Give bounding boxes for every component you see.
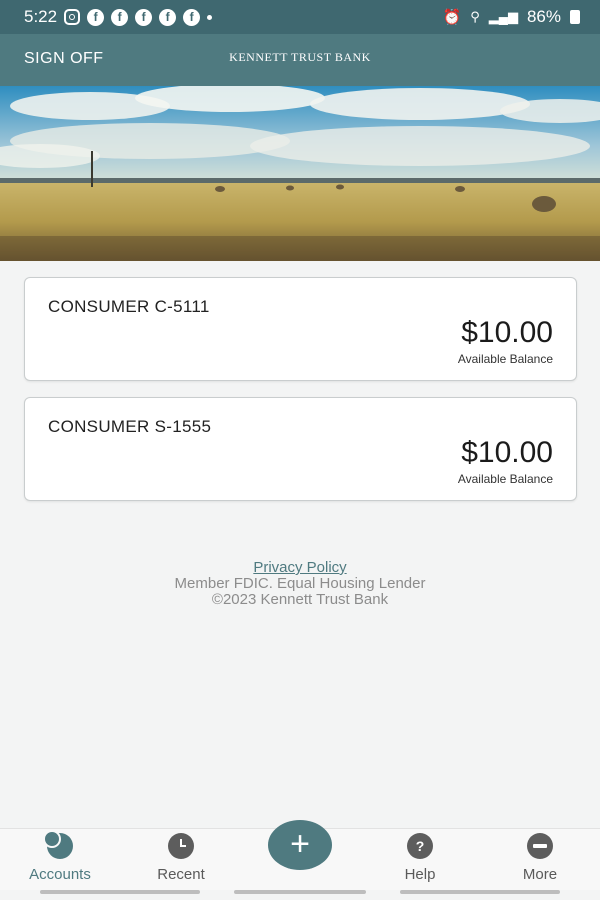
privacy-policy-link[interactable]: Privacy Policy — [253, 559, 346, 576]
help-icon: ? — [407, 833, 433, 859]
copyright-text: ©2023 Kennett Trust Bank — [211, 591, 389, 608]
nav-accounts[interactable]: Accounts — [15, 830, 105, 883]
nav-more[interactable]: More — [495, 833, 585, 883]
bank-title: KENNETT TRUST BANK — [229, 50, 371, 64]
member-fdic-text: Member FDIC. Equal Housing Lender — [174, 575, 426, 592]
balance-label: Available Balance — [457, 472, 553, 486]
accounts-icon — [43, 830, 73, 859]
nav-recent[interactable]: Recent — [136, 833, 226, 883]
account-name: CONSUMER C-5111 — [48, 297, 210, 316]
balance-label: Available Balance — [457, 352, 553, 366]
signal-icon: ▂▄▆ — [488, 9, 518, 24]
status-right: ⏰ ⚲ ▂▄▆ 86% — [443, 7, 580, 27]
clock-icon — [168, 833, 194, 859]
battery-percent: 86% — [526, 7, 561, 26]
notification-dot-icon — [207, 14, 213, 20]
account-card[interactable]: CONSUMER S-1555 $10.00 Available Balance — [24, 397, 577, 501]
status-bar: 5:22 f f f f f ⏰ ⚲ ▂▄▆ 86% — [0, 0, 600, 34]
banner-image — [0, 86, 600, 261]
gesture-bar — [400, 890, 560, 894]
facebook-icon: f — [111, 8, 129, 26]
battery-icon — [570, 10, 580, 24]
footer: Privacy Policy Member FDIC. Equal Housin… — [0, 560, 600, 608]
nav-recent-label: Recent — [157, 866, 205, 883]
nav-help-label: Help — [404, 866, 436, 883]
status-time: 5:22 — [24, 7, 58, 26]
facebook-icon: f — [159, 8, 177, 26]
nav-accounts-label: Accounts — [29, 866, 91, 883]
facebook-icon: f — [135, 8, 153, 26]
app-header: SIGN OFF KENNETT TRUST BANK — [0, 34, 600, 86]
nav-help[interactable]: ? Help — [375, 833, 465, 883]
account-balance: $10.00 — [461, 316, 553, 349]
instagram-icon — [64, 9, 81, 25]
landscape-image — [0, 86, 600, 261]
account-card[interactable]: CONSUMER C-5111 $10.00 Available Balance — [24, 277, 577, 381]
add-button[interactable]: + — [268, 820, 332, 870]
facebook-icon: f — [87, 8, 105, 26]
account-balance: $10.00 — [461, 436, 553, 469]
status-left: 5:22 f f f f f — [24, 7, 213, 27]
nav-more-label: More — [522, 866, 558, 883]
facebook-icon: f — [183, 8, 201, 26]
account-name: CONSUMER S-1555 — [48, 417, 212, 436]
alarm-icon: ⏰ — [442, 9, 462, 26]
gesture-bar — [40, 890, 200, 894]
wifi-call-icon: ⚲ — [470, 9, 480, 24]
gesture-bar — [234, 890, 366, 894]
more-icon — [527, 833, 553, 859]
